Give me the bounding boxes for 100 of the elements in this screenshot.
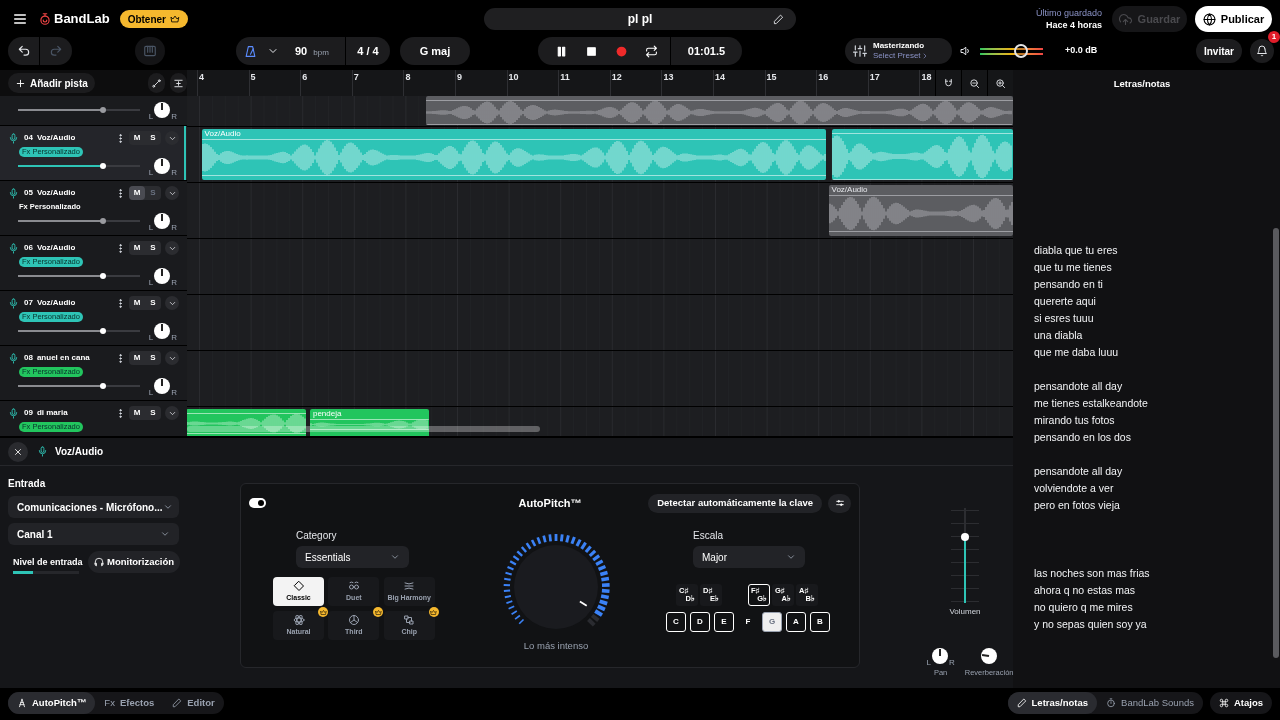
mute-button[interactable]: M [129,406,145,420]
lyrics-text[interactable]: diabla que tu eres que tu me tienes pensando en ti quererte aqui si esres tuuu una diabla que me daba luuu pensandote all day me tienes estalkeandote mirando tus fotos pensando en los dos pensandote all day volviendote a ver pero en fotos vieja las noches son mas frias ahora q no estas mas no quiero q me mires y no sepas quien soy ya [1034,242,1271,633]
audio-clip[interactable]: Voz/Audio [828,185,1013,236]
key-button[interactable]: F [738,612,758,632]
volume-slider[interactable] [18,161,140,171]
chevron-down-icon [786,552,796,562]
close-button[interactable] [8,441,28,462]
bar-number: 8 [405,71,411,84]
solo-button[interactable]: S [145,241,161,255]
clip-label: pendeja [311,409,343,419]
mute-button[interactable]: M [129,241,145,255]
quantize-button[interactable] [169,73,187,93]
expand-button[interactable] [165,351,179,365]
solo-button[interactable]: S [145,351,161,365]
pan-right-label: R [171,113,177,121]
speaker-icon[interactable] [960,45,972,57]
invite-button[interactable]: Invitar [1196,39,1242,63]
monitoring-button[interactable]: Monitorización [88,551,180,573]
automation-button[interactable] [147,73,165,93]
reverb-knob[interactable] [981,648,998,664]
solo-button[interactable]: S [145,296,161,310]
pencil-icon[interactable] [773,13,784,25]
pan-right-label: R [171,224,177,232]
bar-number: 12 [611,71,622,84]
pan-knob[interactable] [154,378,171,394]
magnet-icon [943,77,954,89]
input-device-dropdown[interactable]: Comunicaciones - Micrófono... [8,496,179,518]
side-panel-tab[interactable]: BandLab Sounds [1097,692,1203,714]
intensity-label: Lo más intenso [523,639,589,653]
key-button[interactable]: G [762,612,782,632]
solo-button[interactable]: S [145,131,161,145]
expand-button[interactable] [165,241,179,255]
key-button[interactable]: D [690,612,710,632]
publish-button[interactable]: Publicar [1195,6,1272,32]
volume-slider[interactable] [18,326,140,336]
scrollbar-thumb[interactable] [187,426,540,432]
bell-icon [1256,45,1268,57]
settings-button[interactable] [828,493,851,513]
side-panel-tab[interactable]: Letras/notas [1007,692,1098,714]
bar-number: 6 [302,71,308,84]
master-volume-slider[interactable] [980,44,1043,58]
mute-button[interactable]: M [129,296,145,310]
volume-slider[interactable] [18,381,140,391]
track-name: anuel en cana [36,352,90,364]
input-channel-dropdown[interactable]: Canal 1 [8,523,179,545]
pan-knob[interactable] [154,213,171,229]
logo-icon [38,12,52,26]
upgrade-button[interactable]: Obtener [119,10,188,28]
pan-knob[interactable] [931,648,948,664]
zoom-out-button[interactable] [961,70,987,96]
category-dropdown[interactable]: Essentials [296,546,409,568]
piano-button[interactable] [135,37,165,65]
pan-knob[interactable] [154,158,171,174]
track-name: Voz/Audio [36,132,76,144]
pan-right-label: R [171,389,177,397]
pan-knob[interactable] [154,323,171,339]
mute-button[interactable]: M [129,186,145,200]
microphone-icon [8,297,19,309]
detect-key-button[interactable]: Detectar automáticamente la clave [648,493,822,513]
mute-button[interactable]: M [129,131,145,145]
key-button[interactable]: C [666,612,686,632]
clip-label: Voz/Audio [830,185,869,195]
solo-button[interactable]: S [145,406,161,420]
menu-icon[interactable] [12,11,28,27]
expand-button[interactable] [165,296,179,310]
track-name: Voz/Audio [36,297,76,309]
volume-slider[interactable] [18,105,140,115]
pan-knob[interactable] [154,102,171,118]
key-button[interactable]: B [810,612,830,632]
cloud-upload-icon [1118,12,1132,26]
expand-button[interactable] [165,131,179,145]
key-button[interactable]: G maj [400,37,470,65]
tempo-field[interactable]: 90 bpm [295,42,345,60]
enable-toggle[interactable] [249,498,266,508]
key-button[interactable]: E [714,612,734,632]
snap-button[interactable] [935,70,961,96]
panel-tab[interactable]: Editor [163,692,224,714]
zoom-in-button[interactable] [987,70,1013,96]
panel-title: Voz/Audio [55,445,104,459]
mute-button[interactable]: M [129,351,145,365]
add-track-button[interactable]: Añadir pista [8,73,95,93]
track-number: 09 [24,407,33,419]
expand-button[interactable] [165,186,179,200]
bar-number: 4 [199,71,204,84]
volume-slider[interactable] [18,216,140,226]
pan-knob[interactable] [154,268,171,284]
time-signature-button[interactable]: 4 / 4 [346,42,390,60]
scale-dropdown[interactable]: Major [693,546,805,568]
bar-number: 10 [508,71,519,84]
notifications-button[interactable] [1250,39,1274,63]
expand-button[interactable] [165,406,179,420]
scrollbar-thumb[interactable] [1272,228,1279,658]
panel-tab[interactable]: Fx Efectos [95,692,164,714]
timeline-ruler[interactable]: 4 5 6 7 8 9 10 11 12 13 14 15 16 17 18 [187,70,935,96]
volume-slider[interactable] [18,271,140,281]
mastering-button[interactable]: Masterizando Select Preset [845,38,952,64]
panel-tab[interactable]: AutoPitch™ [8,692,96,714]
project-title-field[interactable]: pl pl [484,8,796,30]
key-button[interactable]: A [786,612,806,632]
shortcuts-button[interactable]: Atajos [1209,692,1272,714]
